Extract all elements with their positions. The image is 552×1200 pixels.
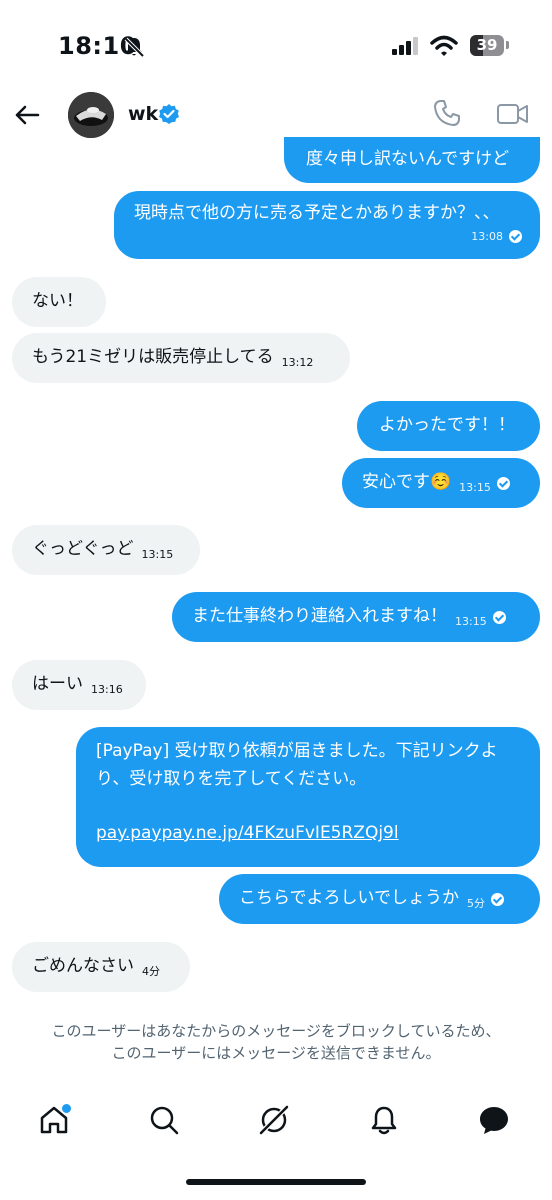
message-time: 13:15 [455,615,487,628]
message-bubble-incoming[interactable]: ない！ [12,277,106,327]
search-icon[interactable] [148,1104,180,1136]
message-time: 13:12 [281,356,314,369]
message-text: はーい [32,674,83,694]
read-check-icon [496,477,510,490]
status-bar: 18:10 39 [0,0,552,84]
paypay-link[interactable]: pay.paypay.ne.jp/4FKzuFvIE5RZQj9l [96,819,522,847]
avatar[interactable] [68,92,114,138]
message-text: また仕事終わり連絡入れますね！ [192,606,447,626]
message-time: 13:08 [471,230,503,243]
message-text: よかったです！！ [379,415,515,435]
message-text-line: [PayPay] 受け取り依頼が届きました。下記リンクよ [96,741,498,761]
bell-slash-icon [124,37,145,58]
message-text: 現時点で他の方に売る予定とかありますか？、、 [134,203,500,223]
chat-bubble-icon[interactable] [478,1104,510,1136]
message-text: ぐっどぐっど [32,539,134,559]
message-text-line: り、受け取りを完了してください。 [96,769,367,789]
battery-indicator: 39 [470,35,504,56]
blocked-notice: このユーザーはあなたからのメッセージをブロックしているため、 このユーザーにはメ… [0,1020,552,1064]
message-text: ない！ [32,291,83,311]
message-time: 13:16 [91,683,123,696]
message-time: 13:15 [459,481,491,494]
signal-icon [392,37,418,55]
read-check-icon [492,611,506,624]
message-time: 13:15 [141,548,174,561]
message-bubble-incoming[interactable]: はーい 13:16 [12,660,146,710]
message-time: 5分 [466,897,485,910]
message-bubble-outgoing[interactable]: 現時点で他の方に売る予定とかありますか？、、 13:08 [114,191,540,259]
message-text: ごめんなさい [32,956,134,976]
phone-icon[interactable] [432,98,462,128]
contact-name[interactable]: wk [128,103,158,125]
message-text: 度々申し訳ないんですけど [306,149,510,169]
message-text: 安心です☺️ [362,472,452,492]
message-bubble-outgoing[interactable]: また仕事終わり連絡入れますね！ 13:15 [172,592,540,642]
home-indicator [186,1179,366,1185]
verified-badge-icon [159,104,179,124]
read-check-icon [509,230,522,243]
grok-icon[interactable] [258,1104,290,1136]
message-bubble-outgoing[interactable]: 安心です☺️ 13:15 [342,458,540,508]
blocked-notice-line: このユーザーはあなたからのメッセージをブロックしているため、 [51,1022,501,1040]
bottom-tab-bar [0,1090,552,1150]
message-time: 4分 [142,965,160,978]
message-text: こちらでよろしいでしょうか [239,888,459,908]
wifi-icon [430,35,458,56]
message-bubble-incoming[interactable]: もう21ミゼリは販売停止してる 13:12 [12,333,350,383]
battery-tip [506,41,509,49]
message-bubble-outgoing[interactable]: 度々申し訳ないんですけど [284,137,540,183]
bell-icon[interactable] [368,1104,400,1136]
avatar-image [68,92,114,138]
arrow-left-icon[interactable] [12,100,42,130]
message-text: もう21ミゼリは販売停止してる [32,347,274,367]
message-bubble-outgoing[interactable]: [PayPay] 受け取り依頼が届きました。下記リンクよ り、受け取りを完了して… [76,727,540,867]
message-bubble-outgoing[interactable]: よかったです！！ [357,401,540,451]
message-bubble-incoming[interactable]: ごめんなさい 4分 [12,942,190,992]
message-bubble-outgoing[interactable]: こちらでよろしいでしょうか 5分 [219,874,540,924]
read-check-icon [490,893,504,906]
battery-percent: 39 [476,36,498,54]
blocked-notice-line: このユーザーにはメッセージを送信できません。 [111,1044,441,1062]
message-bubble-incoming[interactable]: ぐっどぐっど 13:15 [12,525,200,575]
home-notification-dot [62,1104,71,1113]
video-camera-icon[interactable] [496,100,530,128]
